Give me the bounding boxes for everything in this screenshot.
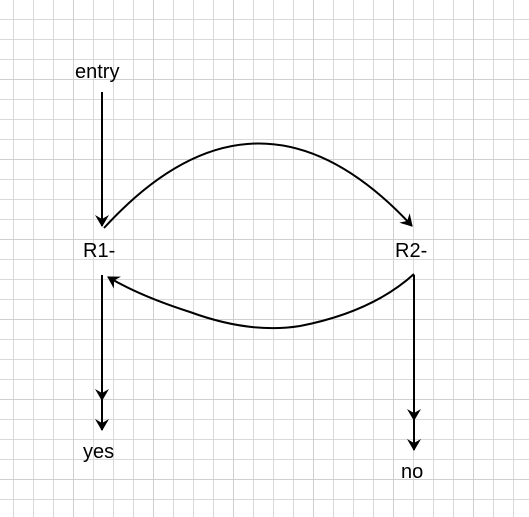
node-entry-label: entry <box>75 61 120 83</box>
edge-r2-to-r1 <box>107 273 415 330</box>
edge-r1-to-r2 <box>103 142 413 229</box>
node-no-label: no <box>401 461 424 483</box>
node-yes-label: yes <box>83 441 115 463</box>
node-r1-label: R1- <box>83 240 116 262</box>
diagram-canvas: entry R1- R2- yes no <box>0 0 529 517</box>
node-r2-label: R2- <box>395 240 428 262</box>
